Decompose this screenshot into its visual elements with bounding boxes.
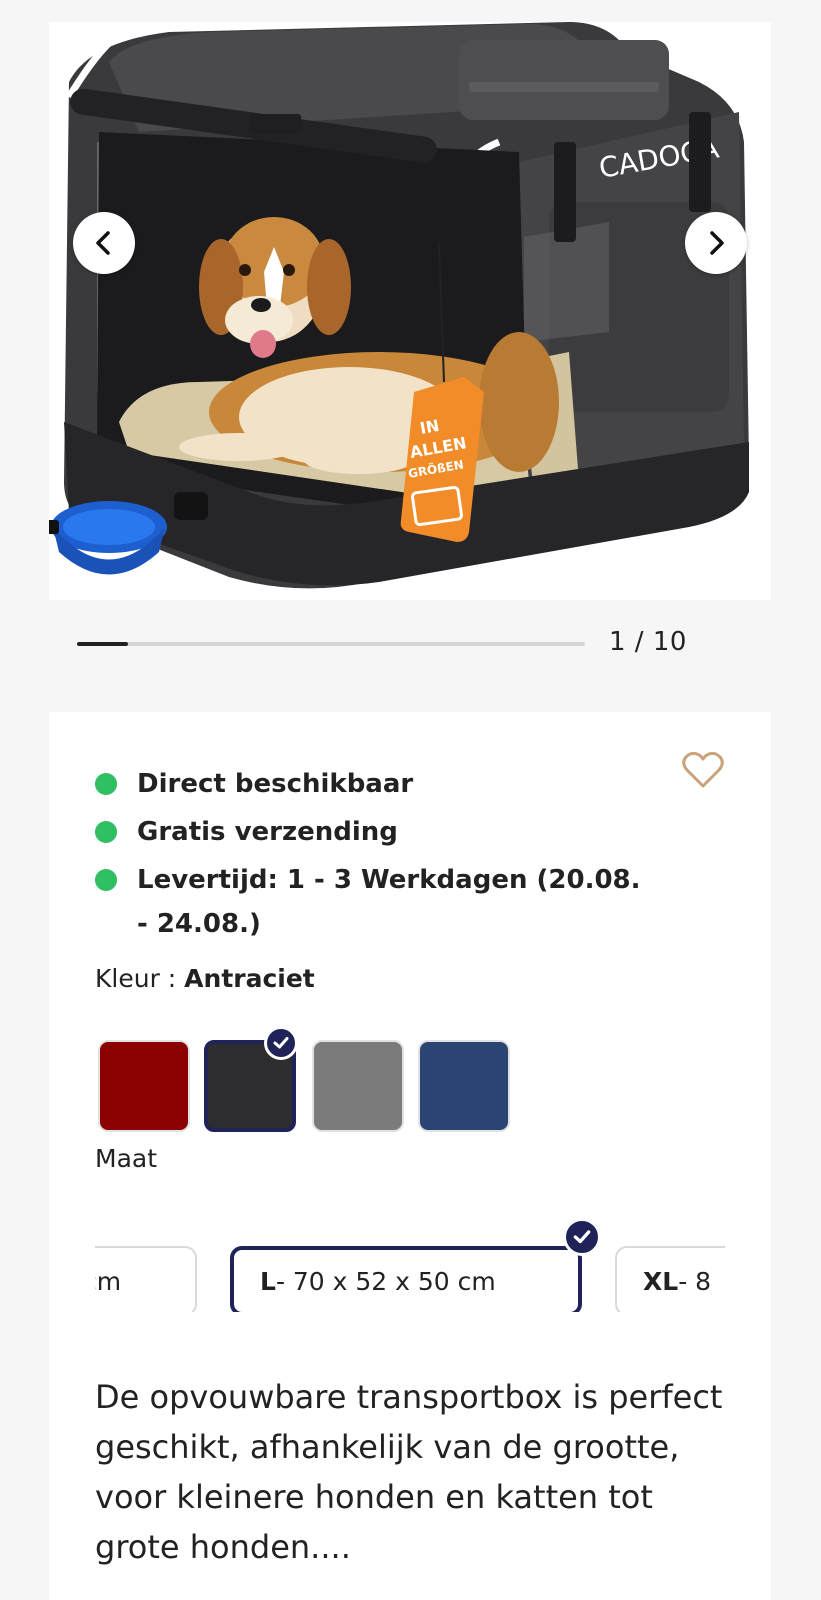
- status-dot-icon: [95, 869, 117, 891]
- usp-text: Levertijd: 1 - 3 Werkdagen (20.08. - 24.…: [137, 865, 641, 939]
- colour-label-prefix: Kleur :: [95, 964, 185, 993]
- status-dot-icon: [95, 821, 117, 843]
- gallery-progress-track[interactable]: [77, 642, 585, 646]
- heart-icon[interactable]: [681, 750, 725, 790]
- usp-item-shipping: Gratis verzending: [95, 810, 655, 854]
- gallery-next-button[interactable]: [685, 212, 747, 274]
- usp-list: Direct beschikbaar Gratis verzending Lev…: [95, 762, 655, 950]
- colour-swatch-blue[interactable]: [418, 1040, 510, 1132]
- colour-label: Kleur : Antraciet: [95, 964, 315, 993]
- usp-item-availability: Direct beschikbaar: [95, 762, 655, 806]
- colour-swatches: [98, 1026, 538, 1134]
- gallery-progress-fill: [77, 642, 128, 646]
- size-option-dims: - 8: [678, 1266, 712, 1296]
- size-option-xl[interactable]: XL - 8: [615, 1246, 725, 1312]
- size-options: cm L - 70 x 52 x 50 cm XL - 8: [95, 1232, 725, 1312]
- size-label: Maat: [95, 1144, 158, 1173]
- size-option-code: XL: [643, 1266, 679, 1296]
- usp-item-delivery: Levertijd: 1 - 3 Werkdagen (20.08. - 24.…: [95, 858, 655, 946]
- colour-swatch-red[interactable]: [98, 1040, 190, 1132]
- gallery-prev-button[interactable]: [73, 212, 135, 274]
- gallery-progress: 1 / 10: [49, 600, 771, 688]
- product-image-gallery[interactable]: CADOCA IN ALLEN GRÖßEN: [49, 22, 771, 600]
- size-option-dims: - 70 x 52 x 50 cm: [275, 1266, 496, 1296]
- chevron-right-icon: [710, 231, 724, 255]
- size-option-code: L: [260, 1266, 276, 1296]
- colour-swatch-grey[interactable]: [312, 1040, 404, 1132]
- usp-text: Direct beschikbaar: [137, 769, 414, 799]
- tag-text-line1: IN: [418, 416, 440, 438]
- status-dot-icon: [95, 773, 117, 795]
- selected-size-check-icon: [563, 1218, 601, 1256]
- size-option-m[interactable]: cm: [95, 1246, 197, 1312]
- selected-check-icon: [264, 1026, 298, 1060]
- colour-label-value: Antraciet: [184, 964, 315, 993]
- size-option-l[interactable]: L - 70 x 52 x 50 cm: [230, 1246, 582, 1312]
- product-image: CADOCA IN ALLEN GRÖßEN: [49, 22, 749, 589]
- size-option-dims: cm: [95, 1266, 122, 1296]
- product-description: De opvouwbare transportbox is perfect ge…: [95, 1378, 723, 1566]
- product-info-card: Direct beschikbaar Gratis verzending Lev…: [49, 712, 771, 1600]
- gallery-page-counter: 1 / 10: [609, 627, 687, 657]
- usp-text: Gratis verzending: [137, 817, 398, 847]
- chevron-left-icon: [96, 231, 110, 255]
